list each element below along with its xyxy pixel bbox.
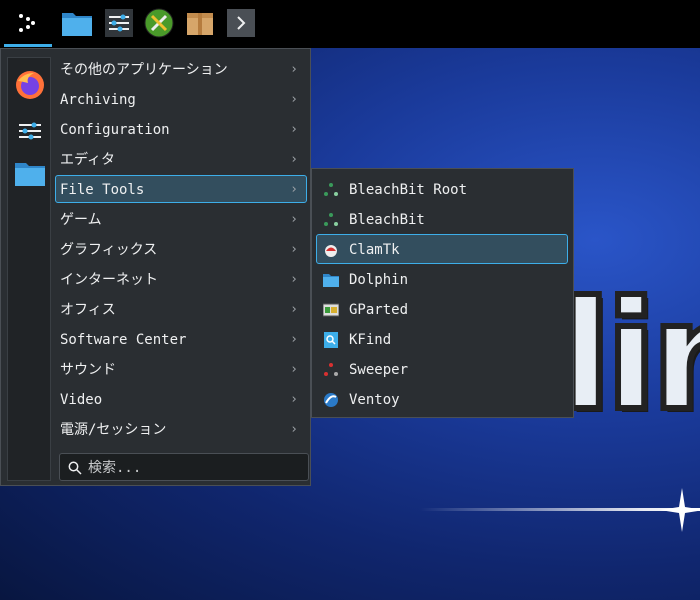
file-manager-icon[interactable] <box>60 6 94 40</box>
gparted-icon <box>323 303 339 317</box>
chevron-right-icon: › <box>290 242 298 257</box>
category-power-session[interactable]: 電源/セッション › <box>55 415 307 443</box>
chevron-right-icon: › <box>290 332 298 347</box>
category-label: Configuration <box>60 122 170 138</box>
category-label: Software Center <box>60 332 187 348</box>
category-software-center[interactable]: Software Center › <box>55 325 307 353</box>
category-label: File Tools <box>60 182 145 198</box>
chevron-right-icon: › <box>290 392 298 407</box>
bleachbit-icon <box>324 213 338 226</box>
chevron-right-icon: › <box>290 422 298 437</box>
app-label: ClamTk <box>349 242 400 258</box>
system-settings-icon[interactable] <box>102 6 136 40</box>
category-graphics[interactable]: グラフィックス › <box>55 235 307 263</box>
app-label: BleachBit <box>349 212 425 228</box>
firefox-icon[interactable] <box>13 68 47 102</box>
expand-arrow-icon[interactable] <box>224 6 258 40</box>
chevron-right-icon: › <box>290 92 298 107</box>
category-file-tools[interactable]: File Tools › <box>55 175 307 203</box>
wallpaper-logo: lin <box>557 267 700 447</box>
settings-icon[interactable] <box>13 114 47 148</box>
category-games[interactable]: ゲーム › <box>55 205 307 233</box>
category-archiving[interactable]: Archiving › <box>55 85 307 113</box>
app-bleachbit[interactable]: BleachBit <box>316 204 568 234</box>
category-sound[interactable]: サウンド › <box>55 355 307 383</box>
app-kfind[interactable]: KFind <box>316 324 568 354</box>
chevron-right-icon: › <box>290 212 298 227</box>
wallpaper-sparkle-star <box>660 488 700 532</box>
category-label: Archiving <box>60 92 136 108</box>
category-label: グラフィックス <box>60 242 158 258</box>
category-configuration[interactable]: Configuration › <box>55 115 307 143</box>
application-menu: その他のアプリケーション › Archiving › Configuration › … <box>0 48 311 486</box>
favorites-column <box>7 57 51 481</box>
app-clamtk[interactable]: ClamTk <box>316 234 568 264</box>
clamtk-icon <box>325 245 337 257</box>
app-label: KFind <box>349 332 392 348</box>
search-box[interactable] <box>59 453 309 481</box>
chevron-right-icon: › <box>290 62 298 77</box>
category-internet[interactable]: インターネット › <box>55 265 307 293</box>
category-label: サウンド <box>60 362 116 378</box>
category-label: その他のアプリケーション <box>60 62 228 78</box>
chevron-right-icon: › <box>290 122 298 137</box>
ventoy-icon <box>324 393 338 407</box>
app-label: Sweeper <box>349 362 409 378</box>
category-label: インターネット <box>60 272 158 288</box>
wallpaper-sparkle-line <box>420 508 700 511</box>
category-label: エディタ <box>60 152 116 168</box>
package-installer-icon[interactable] <box>183 6 217 40</box>
kfind-icon <box>324 332 338 348</box>
search-icon <box>68 461 82 475</box>
app-dolphin[interactable]: Dolphin <box>316 264 568 294</box>
chevron-right-icon: › <box>290 182 298 197</box>
category-label: ゲーム <box>60 212 102 228</box>
search-input[interactable] <box>86 456 305 480</box>
app-label: Ventoy <box>349 392 400 408</box>
app-bleachbit-root[interactable]: BleachBit Root <box>316 174 568 204</box>
category-video[interactable]: Video › <box>55 385 307 413</box>
category-label: 電源/セッション <box>60 422 167 438</box>
bleachbit-icon <box>324 183 338 196</box>
category-other-apps[interactable]: その他のアプリケーション › <box>55 55 307 83</box>
app-gparted[interactable]: GParted <box>316 294 568 324</box>
application-launcher-icon[interactable] <box>11 6 45 40</box>
category-editors[interactable]: エディタ › <box>55 145 307 173</box>
category-label: オフィス <box>60 302 116 318</box>
app-label: GParted <box>349 302 409 318</box>
folder-icon <box>323 274 339 287</box>
sweeper-icon <box>324 363 338 376</box>
app-sweeper[interactable]: Sweeper <box>316 354 568 384</box>
folder-icon[interactable] <box>13 156 47 190</box>
taskbar <box>0 0 700 48</box>
chevron-right-icon: › <box>290 152 298 167</box>
chevron-right-icon: › <box>290 272 298 287</box>
launcher-active-indicator <box>4 44 52 47</box>
chevron-right-icon: › <box>290 362 298 377</box>
app-label: Dolphin <box>349 272 409 288</box>
system-tools-icon[interactable] <box>142 6 176 40</box>
file-tools-submenu: BleachBit Root BleachBit ClamTk Dolphin … <box>311 168 574 418</box>
app-ventoy[interactable]: Ventoy <box>316 384 568 414</box>
chevron-right-icon: › <box>290 302 298 317</box>
category-office[interactable]: オフィス › <box>55 295 307 323</box>
category-label: Video <box>60 392 103 408</box>
app-label: BleachBit Root <box>349 182 468 198</box>
